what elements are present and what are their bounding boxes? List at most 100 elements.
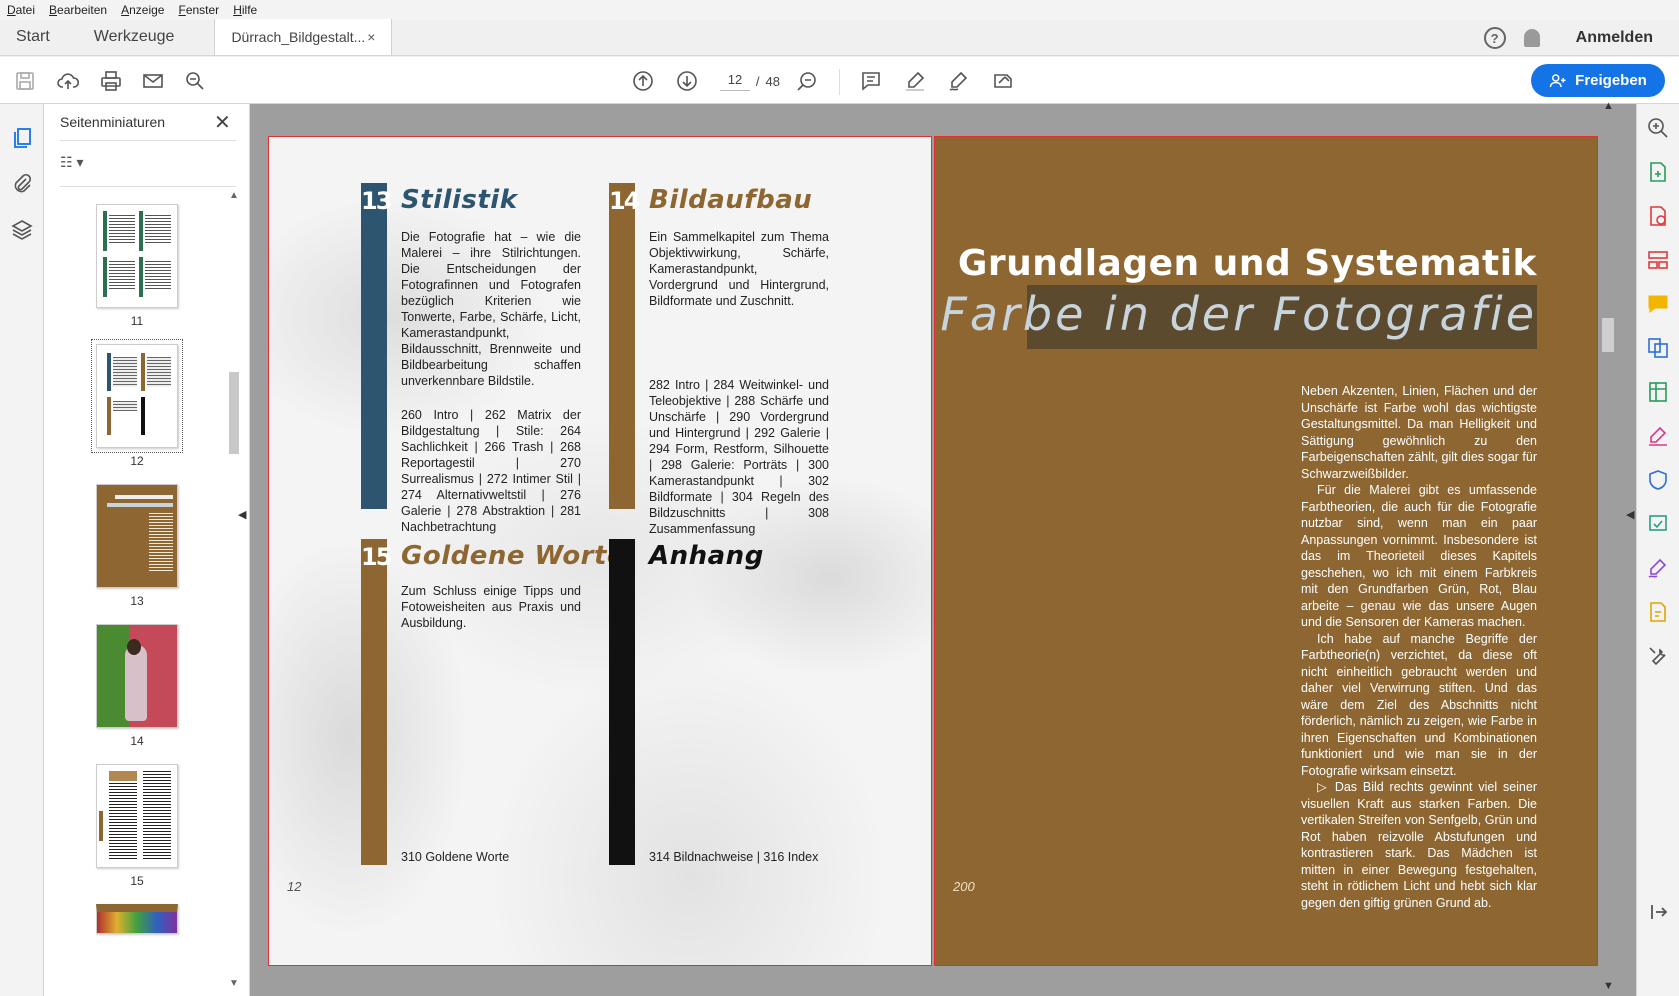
thumbnail-label: 11 [130,314,144,328]
thumbnail-options-icon[interactable]: ☷ ▾ [60,154,83,171]
page-number: 12 [287,879,302,894]
collapse-right-panel-icon[interactable]: ◀ [1626,508,1634,521]
next-page-icon[interactable] [674,68,700,94]
page-thumbnail-12[interactable] [91,339,183,453]
help-icon[interactable]: ? [1483,27,1506,49]
zoom-in-icon[interactable] [1646,116,1670,140]
page-thumbnails-icon[interactable] [10,126,34,150]
upload-cloud-icon[interactable] [55,68,81,94]
tab-bar: Start Werkzeuge Dürrach_Bildgestalt... ×… [0,19,1679,56]
print-icon[interactable] [98,68,124,94]
page-thumbnail-15[interactable] [96,764,178,868]
chapter-bar [609,183,635,509]
share-label: Freigeben [1575,72,1647,89]
body-text: Neben Akzenten, Linien, Flächen und der … [1301,383,1537,911]
page-number-input[interactable]: 12 [720,72,750,91]
page-thumbnail-13[interactable] [96,484,178,588]
chapter-description: Die Fotografie hat – wie die Malerei – i… [401,230,581,388]
document-scrollbar[interactable]: ▲ ▼ [1600,100,1616,996]
signin-button[interactable]: Anmelden [1576,29,1653,47]
scroll-up-icon[interactable]: ▲ [1603,100,1614,112]
thumbnail-label: 14 [130,734,144,748]
panel-close-icon[interactable]: ✕ [214,110,231,135]
scroll-down-icon[interactable]: ▼ [1603,980,1614,992]
chapter-bar [609,539,635,865]
request-signature-icon[interactable] [1646,556,1670,580]
page-subheading: Farbe in der Fotografie [940,287,1537,341]
thumbnail-scrollbar[interactable]: ▲ ▼ [227,190,241,992]
menu-view[interactable]: Anzeige [114,3,171,17]
chapter-description: Ein Sammelkapitel zum Thema Objektivwirk… [649,230,829,308]
chapter-title: Bildaufbau [649,185,813,215]
export-pdf-icon[interactable] [1646,160,1670,184]
layers-icon[interactable] [10,218,34,242]
document-viewer[interactable]: ◀ 13 Stilistik Die Fotografie hat – wie … [238,104,1636,996]
paragraph: ▷ Das Bild rechts gewinnt viel seiner vi… [1301,780,1537,910]
page-thumbnail-11[interactable] [96,204,178,308]
thumbnail-label: 15 [130,874,144,888]
chapter-number: 13 [361,187,392,215]
panel-divider [60,140,236,141]
right-tools-strip [1636,104,1679,996]
comment-tool-icon[interactable] [1646,292,1670,316]
collapse-left-panel-icon[interactable]: ◀ [238,508,246,521]
previous-page-icon[interactable] [630,68,656,94]
menu-edit[interactable]: Bearbeiten [42,3,114,17]
tab-tools[interactable]: Werkzeuge [66,19,191,55]
fill-and-sign-icon[interactable] [1646,424,1670,448]
add-user-icon [1549,73,1566,87]
more-tools-icon[interactable] [1646,644,1670,668]
scroll-down-icon[interactable]: ▼ [229,978,239,989]
scroll-up-icon[interactable]: ▲ [229,190,239,201]
share-button[interactable]: Freigeben [1531,64,1665,97]
page-12: 13 Stilistik Die Fotografie hat – wie di… [268,136,932,966]
tab-document[interactable]: Dürrach_Bildgestalt... × [214,19,393,55]
compress-pdf-icon[interactable] [1646,380,1670,404]
email-icon[interactable] [140,68,166,94]
zoom-search-icon[interactable] [182,68,208,94]
expand-panel-icon[interactable] [1646,900,1670,924]
toolbar-divider [839,69,840,95]
page-heading: Grundlagen und Systematik [957,243,1537,284]
save-icon[interactable] [12,68,38,94]
left-navigation-strip [0,104,44,996]
thumbnail-label: 13 [130,594,144,608]
menu-help[interactable]: Hilfe [226,3,264,17]
paragraph: Neben Akzenten, Linien, Flächen und der … [1301,384,1537,481]
page-13: Grundlagen und Systematik Farbe in der F… [934,136,1598,966]
certificate-icon[interactable] [1646,600,1670,624]
chapter-title: Anhang [649,541,764,571]
tab-start[interactable]: Start [0,19,66,55]
menu-file[interactable]: Datei [0,3,42,17]
paragraph: Für die Malerei gibt es umfassende Farbt… [1301,483,1537,629]
tab-document-label: Dürrach_Bildgestalt... [231,29,366,45]
send-for-review-icon[interactable] [1646,512,1670,536]
comment-icon[interactable] [858,68,884,94]
highlight-pen-icon[interactable] [902,68,928,94]
scrollbar-thumb[interactable] [229,372,239,454]
chapter-pages: 310 Goldene Worte [401,850,510,864]
chapter-pages: 260 Intro | 262 Matrix der Bildgestaltun… [401,408,581,534]
scrollbar-thumb[interactable] [1602,318,1614,352]
menu-window[interactable]: Fenster [171,3,226,17]
page-separator: / [755,74,760,89]
attachment-icon[interactable] [10,172,34,196]
fill-sign-icon[interactable] [990,68,1016,94]
menu-bar: Datei Bearbeiten Anzeige Fenster Hilfe [0,0,1679,20]
organize-pages-icon[interactable] [1646,248,1670,272]
sign-pen-icon[interactable] [946,68,972,94]
page-indicator: 12 / 48 [720,68,780,95]
page-thumbnail-16[interactable] [96,904,178,934]
zoom-out-icon[interactable] [794,68,820,94]
combine-files-icon[interactable] [1646,336,1670,360]
page-number: 200 [953,879,975,894]
thumbnail-panel: Seitenminiaturen ✕ ☷ ▾ 11 12 13 14 15 ▲ … [44,104,250,996]
notification-bell-icon[interactable] [1523,29,1540,47]
tab-close-icon[interactable]: × [367,29,375,45]
panel-title: Seitenminiaturen [60,114,166,130]
chapter-bar [361,183,387,509]
create-pdf-icon[interactable] [1646,204,1670,228]
page-thumbnail-14[interactable] [96,624,178,728]
protect-shield-icon[interactable] [1646,468,1670,492]
panel-divider [60,186,236,187]
